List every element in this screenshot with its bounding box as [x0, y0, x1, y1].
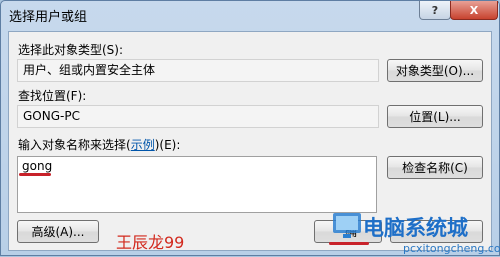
red-underline-mark [19, 173, 51, 176]
title-bar: 选择用户或组 ? X [1, 1, 499, 29]
annotation-text: 王辰龙99 [116, 233, 185, 252]
object-names-input[interactable]: gong [17, 156, 377, 213]
help-icon: ? [431, 3, 439, 17]
site-watermark-logo: 电脑系统城 pcxitongcheng.com [333, 213, 500, 255]
location-label: 查找位置(F): [18, 89, 87, 103]
close-icon: X [469, 3, 479, 17]
object-types-button[interactable]: 对象类型(O)... [387, 59, 483, 82]
close-button[interactable]: X [450, 1, 498, 20]
monitor-icon [333, 213, 361, 238]
object-type-label: 选择此对象类型(S): [18, 43, 124, 57]
check-names-button[interactable]: 检查名称(C) [387, 156, 483, 179]
object-names-value: gong [22, 159, 53, 173]
watermark-title: 电脑系统城 [363, 216, 468, 240]
advanced-button[interactable]: 高级(A)... [17, 220, 99, 243]
location-field: GONG-PC [17, 105, 379, 128]
object-names-label: 输入对象名称来选择(示例)(E): [18, 138, 181, 152]
locations-button[interactable]: 位置(L)... [387, 105, 483, 128]
select-users-dialog: 选择用户或组 ? X 选择此对象类型(S): 用户、组或内置安全主体 对象类型(… [0, 0, 500, 256]
watermark-url: pcxitongcheng.com [403, 242, 500, 255]
help-button[interactable]: ? [419, 1, 451, 20]
window-title: 选择用户或组 [9, 10, 88, 25]
examples-link[interactable]: 示例 [131, 138, 155, 152]
object-type-field: 用户、组或内置安全主体 [17, 59, 379, 82]
